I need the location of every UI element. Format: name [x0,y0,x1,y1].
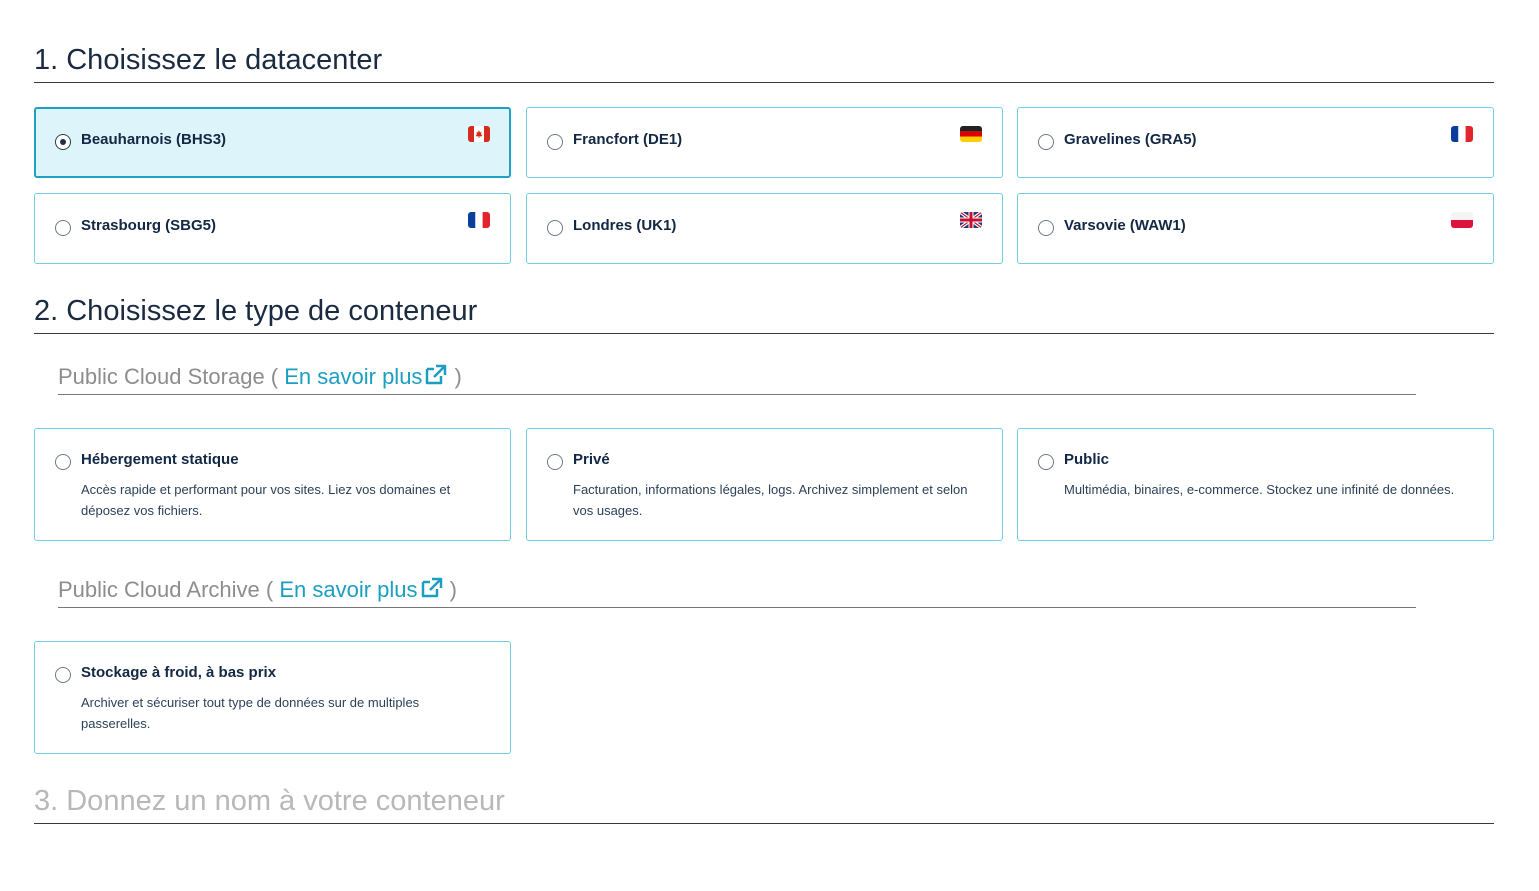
container-type-title: Privé [573,451,610,468]
container-type-static-hosting[interactable]: Hébergement statique Accès rapide et per… [34,428,511,541]
learn-more-archive-link[interactable]: En savoir plus [279,577,443,602]
group-title-text: Public Cloud Archive [58,577,260,602]
datacenter-label: Francfort (DE1) [573,131,683,148]
learn-more-text: En savoir plus [279,577,418,602]
step-2-title: 2. Choisissez le type de conteneur [34,291,1494,334]
container-type-description: Multimédia, binaires, e-commerce. Stocke… [1064,482,1455,497]
container-type-description: Accès rapide et performant pour vos site… [81,482,451,518]
container-type-title: Public [1064,451,1110,468]
container-type-title: Stockage à froid, à bas prix [81,664,277,681]
datacenter-option-de1[interactable]: Francfort (DE1) [526,107,1003,178]
container-type-description: Facturation, informations légales, logs.… [573,482,968,518]
radio-button[interactable] [1038,134,1054,150]
close-paren: ) [448,364,462,389]
page: 1. Choisissez le datacenter Beauharnois … [0,0,1539,891]
radio-button[interactable] [55,667,71,683]
datacenter-option-sbg5[interactable]: Strasbourg (SBG5) [34,193,511,264]
datacenter-label: Londres (UK1) [573,217,677,234]
container-type-title: Hébergement statique [81,451,239,468]
france-flag-icon [468,212,490,228]
radio-button[interactable] [55,454,71,470]
france-flag-icon [1451,126,1473,142]
radio-button[interactable] [1038,220,1054,236]
step-3-title: 3. Donnez un nom à votre conteneur [34,781,1494,824]
group-title-text: Public Cloud Storage [58,364,265,389]
container-type-description: Archiver et sécuriser tout type de donné… [81,695,420,731]
radio-button[interactable] [55,134,71,150]
datacenter-option-uk1[interactable]: Londres (UK1) [526,193,1003,264]
open-paren: ( [259,577,280,602]
close-paren: ) [443,577,457,602]
datacenter-label: Varsovie (WAW1) [1064,217,1186,234]
datacenter-label: Gravelines (GRA5) [1064,131,1197,148]
radio-button[interactable] [1038,454,1054,470]
container-type-cold-storage[interactable]: Stockage à froid, à bas prix Archiver et… [34,641,511,754]
container-type-private[interactable]: Privé Facturation, informations légales,… [526,428,1003,541]
radio-button[interactable] [55,220,71,236]
radio-button[interactable] [547,220,563,236]
public-cloud-storage-heading: Public Cloud Storage ( En savoir plus ) [58,362,1416,395]
learn-more-text: En savoir plus [284,364,423,389]
poland-flag-icon [1451,212,1473,228]
datacenter-label: Beauharnois (BHS3) [81,131,227,148]
external-link-icon [426,364,447,385]
datacenter-option-gra5[interactable]: Gravelines (GRA5) [1017,107,1494,178]
learn-more-storage-link[interactable]: En savoir plus [284,364,448,389]
step-1-title: 1. Choisissez le datacenter [34,40,1494,83]
radio-button[interactable] [547,134,563,150]
external-link-icon [421,577,442,598]
open-paren: ( [264,364,285,389]
datacenter-label: Strasbourg (SBG5) [81,217,217,234]
uk-flag-icon [960,212,982,228]
germany-flag-icon [960,126,982,142]
container-type-public[interactable]: Public Multimédia, binaires, e-commerce.… [1017,428,1494,541]
radio-button[interactable] [547,454,563,470]
datacenter-option-bhs3[interactable]: Beauharnois (BHS3) [34,107,511,178]
canada-flag-icon [468,126,490,142]
datacenter-option-waw1[interactable]: Varsovie (WAW1) [1017,193,1494,264]
public-cloud-archive-heading: Public Cloud Archive ( En savoir plus ) [58,575,1416,608]
